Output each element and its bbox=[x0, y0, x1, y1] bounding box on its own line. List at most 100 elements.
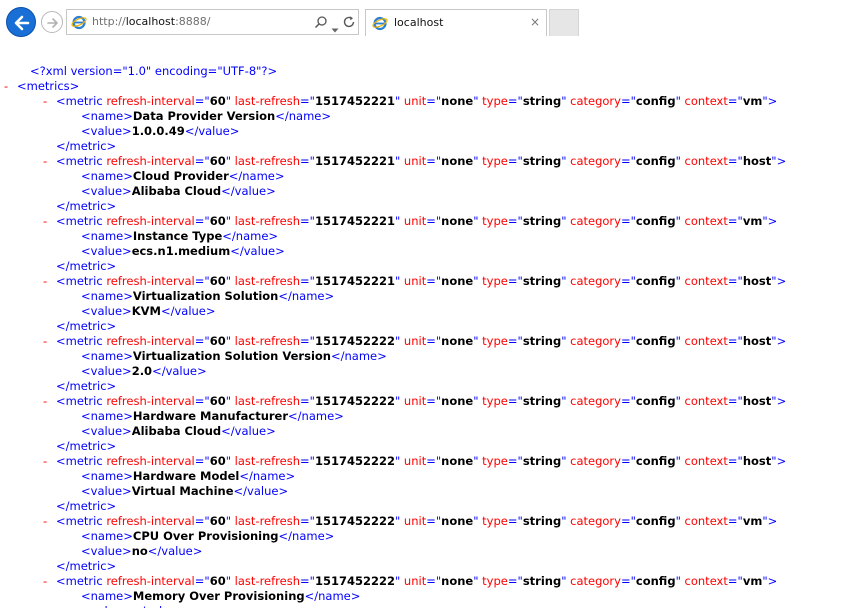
attr-refresh-interval: refresh-interval bbox=[106, 574, 195, 588]
metric-name-line: <name>Virtualization Solution Version</n… bbox=[81, 349, 387, 363]
metric-open-line: - <metric refresh-interval="60" last-refr… bbox=[43, 514, 778, 529]
attr-type: type bbox=[482, 94, 508, 108]
attr-value-refresh-interval: 60 bbox=[209, 334, 226, 348]
collapse-toggle[interactable]: - bbox=[43, 274, 47, 289]
collapse-toggle[interactable]: - bbox=[43, 454, 47, 469]
search-icon[interactable] bbox=[314, 14, 328, 33]
metric-value: 1.0.0.49 bbox=[131, 124, 185, 138]
attr-unit: unit bbox=[403, 154, 427, 168]
back-arrow-icon bbox=[14, 15, 30, 31]
xml-declaration: <?xml version="1.0" encoding="UTF-8"?> bbox=[30, 64, 278, 78]
refresh-icon[interactable] bbox=[342, 14, 356, 33]
attr-context: context bbox=[684, 574, 728, 588]
metric-value-line: <value>ecs.n1.medium</value> bbox=[81, 244, 285, 258]
attr-unit: unit bbox=[403, 454, 427, 468]
attr-value-category: config bbox=[635, 394, 676, 408]
metric-value: Alibaba Cloud bbox=[131, 184, 222, 198]
metric-element: - <metric refresh-interval="60" last-refr… bbox=[0, 334, 857, 394]
metric-name-line: <name>Data Provider Version</name> bbox=[81, 109, 331, 123]
attr-refresh-interval: refresh-interval bbox=[106, 154, 195, 168]
attr-value-refresh-interval: 60 bbox=[209, 394, 226, 408]
metric-close-line: </metric> bbox=[56, 259, 117, 273]
attr-unit: unit bbox=[403, 274, 427, 288]
attr-context: context bbox=[684, 454, 728, 468]
attr-value-category: config bbox=[635, 334, 676, 348]
metric-value: ecs.n1.medium bbox=[131, 244, 231, 258]
attr-value-type: string bbox=[522, 334, 562, 348]
metric-value: KVM bbox=[131, 304, 161, 318]
metric-name-line: <name>Instance Type</name> bbox=[81, 229, 279, 243]
attr-value-type: string bbox=[522, 154, 562, 168]
address-bar[interactable]: http://localhost:8888/ bbox=[66, 9, 359, 35]
metric-element: - <metric refresh-interval="60" last-refr… bbox=[0, 274, 857, 334]
attr-value-unit: none bbox=[441, 574, 474, 588]
attr-context: context bbox=[684, 514, 728, 528]
attr-value-last-refresh: 1517452221 bbox=[314, 274, 395, 288]
attr-last-refresh: last-refresh bbox=[234, 454, 300, 468]
collapse-toggle[interactable]: - bbox=[43, 574, 47, 589]
collapse-toggle[interactable]: - bbox=[43, 214, 47, 229]
attr-value-refresh-interval: 60 bbox=[209, 574, 226, 588]
attr-refresh-interval: refresh-interval bbox=[106, 334, 195, 348]
metric-open-line: - <metric refresh-interval="60" last-refr… bbox=[43, 454, 787, 469]
metric-name: Data Provider Version bbox=[132, 109, 276, 123]
collapse-toggle[interactable]: - bbox=[43, 394, 47, 409]
metric-element: - <metric refresh-interval="60" last-refr… bbox=[0, 574, 857, 608]
attr-value-last-refresh: 1517452222 bbox=[314, 454, 395, 468]
attr-value-category: config bbox=[635, 454, 676, 468]
attr-last-refresh: last-refresh bbox=[234, 274, 300, 288]
metric-open-line: - <metric refresh-interval="60" last-refr… bbox=[43, 274, 787, 289]
metric-name-line: <name>Hardware Manufacturer</name> bbox=[81, 409, 344, 423]
attr-value-context: vm bbox=[742, 94, 763, 108]
metric-name: Virtualization Solution bbox=[132, 289, 279, 303]
attr-type: type bbox=[482, 454, 508, 468]
attr-last-refresh: last-refresh bbox=[234, 94, 300, 108]
attr-unit: unit bbox=[403, 394, 427, 408]
metric-element: - <metric refresh-interval="60" last-refr… bbox=[0, 154, 857, 214]
metric-name: Memory Over Provisioning bbox=[132, 589, 305, 603]
xml-document: <?xml version="1.0" encoding="UTF-8"?> -… bbox=[0, 64, 857, 608]
attr-category: category bbox=[570, 334, 621, 348]
collapse-toggle[interactable]: - bbox=[43, 514, 47, 529]
metric-close-line: </metric> bbox=[56, 499, 117, 513]
attr-value-last-refresh: 1517452222 bbox=[314, 574, 395, 588]
collapse-toggle[interactable]: - bbox=[4, 79, 8, 94]
metric-name: Hardware Model bbox=[132, 469, 240, 483]
attr-value-refresh-interval: 60 bbox=[209, 214, 226, 228]
collapse-toggle[interactable]: - bbox=[43, 334, 47, 349]
attr-last-refresh: last-refresh bbox=[234, 394, 300, 408]
attr-last-refresh: last-refresh bbox=[234, 334, 300, 348]
attr-refresh-interval: refresh-interval bbox=[106, 274, 195, 288]
ie-logo-icon bbox=[71, 15, 87, 30]
tab-title: localhost bbox=[394, 16, 444, 29]
attr-context: context bbox=[684, 214, 728, 228]
new-tab-button[interactable] bbox=[549, 9, 579, 36]
metric-value: Alibaba Cloud bbox=[131, 424, 222, 438]
metric-open-line: - <metric refresh-interval="60" last-refr… bbox=[43, 334, 787, 349]
attr-value-last-refresh: 1517452221 bbox=[314, 94, 395, 108]
attr-value-unit: none bbox=[441, 154, 474, 168]
root-open-line: - <metrics> bbox=[4, 79, 80, 94]
url-text[interactable]: http://localhost:8888/ bbox=[92, 15, 211, 28]
forward-button[interactable] bbox=[41, 11, 63, 33]
root-tag-name: metrics bbox=[26, 79, 70, 93]
metric-value-line: <value>Alibaba Cloud</value> bbox=[81, 424, 276, 438]
metric-name: Virtualization Solution Version bbox=[132, 349, 331, 363]
attr-type: type bbox=[482, 514, 508, 528]
collapse-toggle[interactable]: - bbox=[43, 94, 47, 109]
back-button[interactable] bbox=[6, 7, 36, 37]
attr-value-refresh-interval: 60 bbox=[209, 274, 226, 288]
attr-value-type: string bbox=[522, 274, 562, 288]
attr-value-context: host bbox=[742, 154, 772, 168]
close-icon[interactable]: × bbox=[530, 15, 540, 29]
attr-value-refresh-interval: 60 bbox=[209, 514, 226, 528]
dropdown-icon[interactable] bbox=[331, 19, 339, 38]
collapse-toggle[interactable]: - bbox=[43, 154, 47, 169]
attr-value-unit: none bbox=[441, 214, 474, 228]
attr-value-context: vm bbox=[742, 574, 763, 588]
attr-category: category bbox=[570, 214, 621, 228]
metric-element: - <metric refresh-interval="60" last-refr… bbox=[0, 394, 857, 454]
attr-value-unit: none bbox=[441, 514, 474, 528]
attr-value-last-refresh: 1517452221 bbox=[314, 154, 395, 168]
tab-localhost[interactable]: localhost × bbox=[365, 9, 547, 36]
